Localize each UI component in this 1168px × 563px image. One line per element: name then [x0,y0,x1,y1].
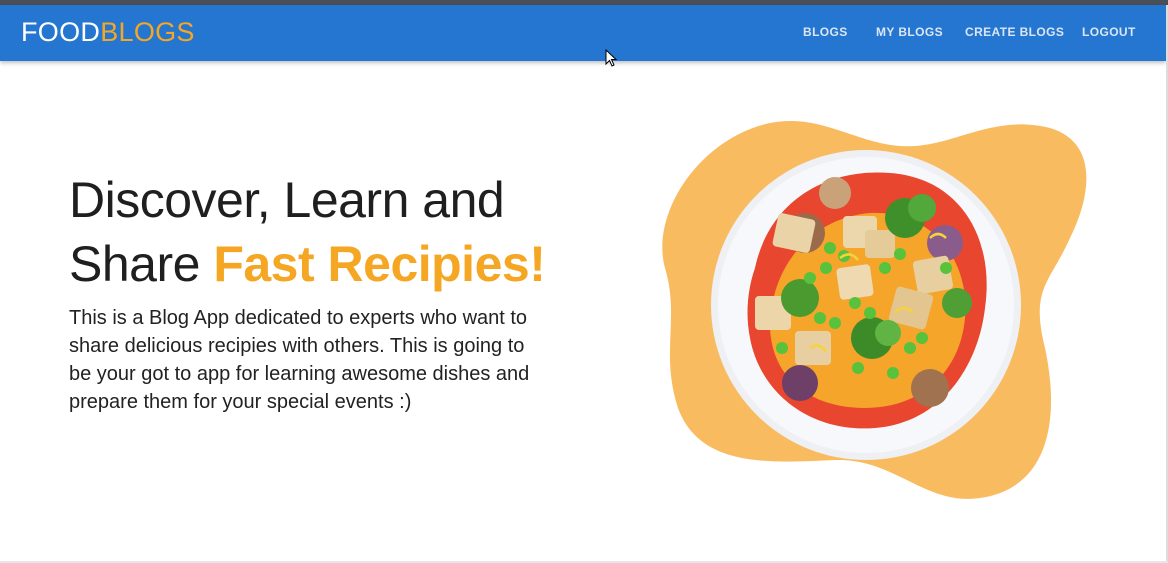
brand-part-food: FOOD [21,17,101,47]
hero-title-highlight: Fast Recipies! [213,236,546,292]
nav-blogs-link[interactable]: BLOGS [803,25,848,39]
hero-food-illustration [662,120,1087,499]
nav-my-blogs-link[interactable]: MY BLOGS [876,25,943,39]
hero-title: Discover, Learn and Share Fast Recipies! [69,168,589,296]
brand-logo[interactable]: FOODBLOGS [21,17,195,47]
nav-create-blogs-link[interactable]: CREATE BLOGS [965,25,1064,39]
brand-part-blogs: BLOGS [100,17,195,47]
navbar: FOODBLOGS BLOGS MY BLOGS CREATE BLOGS LO… [0,5,1166,61]
hero-title-line2-prefix: Share [69,236,214,292]
hero-description: This is a Blog App dedicated to experts … [69,307,530,413]
hero-title-line1: Discover, Learn and [69,172,505,228]
mouse-pointer-icon [605,49,618,67]
nav-logout-link[interactable]: LOGOUT [1082,25,1136,39]
